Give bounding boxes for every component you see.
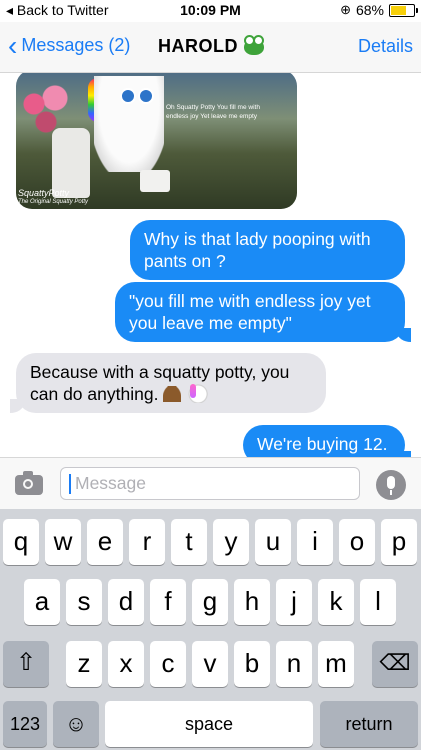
- message-bubble-outgoing[interactable]: "you fill me with endless joy yet you le…: [115, 282, 411, 342]
- key-b[interactable]: b: [234, 641, 270, 687]
- key-u[interactable]: u: [255, 519, 291, 565]
- keyboard: q w e r t y u i o p a s d f g h j k l ⇧ …: [0, 509, 421, 750]
- key-q[interactable]: q: [3, 519, 39, 565]
- shift-icon: ⇧: [15, 649, 37, 676]
- key-x[interactable]: x: [108, 641, 144, 687]
- key-c[interactable]: c: [150, 641, 186, 687]
- key-f[interactable]: f: [150, 579, 186, 625]
- key-p[interactable]: p: [381, 519, 417, 565]
- message-bubble-outgoing[interactable]: Why is that lady pooping with pants on ?: [130, 220, 405, 280]
- key-g[interactable]: g: [192, 579, 228, 625]
- message-text: Because with a squatty potty, you can do…: [30, 362, 290, 404]
- message-text: "you fill me with endless joy yet you le…: [129, 291, 371, 333]
- status-bar: ◂ Back to Twitter 10:09 PM ⊕ 68%: [0, 0, 421, 22]
- key-e[interactable]: e: [87, 519, 123, 565]
- key-v[interactable]: v: [192, 641, 228, 687]
- message-placeholder: Message: [75, 473, 147, 493]
- key-w[interactable]: w: [45, 519, 81, 565]
- unicorn-eye-left: [120, 88, 136, 104]
- key-y[interactable]: y: [213, 519, 249, 565]
- text-cursor: [69, 474, 71, 494]
- frog-emoji-icon: [244, 34, 264, 55]
- image-brand: SquattyPotty The Original Squatty Potty: [18, 189, 88, 207]
- navigation-bar: ‹ Messages (2) HAROLD Details: [0, 22, 421, 73]
- battery-icon: [389, 3, 418, 17]
- messages-back-button[interactable]: ‹ Messages (2): [8, 29, 131, 61]
- key-j[interactable]: j: [276, 579, 312, 625]
- key-l[interactable]: l: [360, 579, 396, 625]
- poop-emoji-icon: [163, 386, 182, 402]
- message-thread[interactable]: Oh Squatty Potty You fill me with endles…: [0, 73, 421, 457]
- key-t[interactable]: t: [171, 519, 207, 565]
- emoji-key[interactable]: ☺: [53, 701, 99, 747]
- key-k[interactable]: k: [318, 579, 354, 625]
- message-text: Why is that lady pooping with pants on ?: [144, 229, 371, 271]
- key-o[interactable]: o: [339, 519, 375, 565]
- image-caption: Oh Squatty Potty You fill me with endles…: [166, 104, 260, 120]
- unicorn-eye-right: [138, 88, 154, 104]
- key-h[interactable]: h: [234, 579, 270, 625]
- contact-name: HAROLD: [158, 36, 238, 56]
- message-bubble-incoming[interactable]: Because with a squatty potty, you can do…: [10, 353, 326, 413]
- chevron-left-icon: ‹: [8, 29, 18, 61]
- key-r[interactable]: r: [129, 519, 165, 565]
- numbers-key[interactable]: 123: [3, 701, 47, 747]
- key-i[interactable]: i: [297, 519, 333, 565]
- key-m[interactable]: m: [318, 641, 354, 687]
- contact-title[interactable]: HAROLD: [158, 34, 264, 57]
- orientation-lock-icon: ⊕: [340, 2, 351, 17]
- delete-key[interactable]: ⌫: [372, 641, 418, 687]
- emoji-smiley-icon: ☺: [64, 711, 88, 736]
- shift-key[interactable]: ⇧: [3, 641, 49, 687]
- key-n[interactable]: n: [276, 641, 312, 687]
- details-button[interactable]: Details: [358, 36, 413, 57]
- message-input-bar: Message: [0, 457, 421, 510]
- stool-shape: [140, 170, 170, 192]
- microphone-icon[interactable]: [376, 470, 406, 500]
- status-right: ⊕ 68%: [340, 2, 418, 18]
- camera-icon[interactable]: [15, 471, 43, 495]
- message-text: We're buying 12.: [257, 434, 388, 454]
- key-d[interactable]: d: [108, 579, 144, 625]
- message-input[interactable]: Message: [60, 467, 360, 500]
- unicorn-emoji-icon: [186, 383, 209, 403]
- key-a[interactable]: a: [24, 579, 60, 625]
- messages-back-label: Messages (2): [21, 35, 131, 55]
- backspace-icon: ⌫: [379, 650, 411, 675]
- image-attachment[interactable]: Oh Squatty Potty You fill me with endles…: [16, 73, 297, 209]
- image-brand-sub: The Original Squatty Potty: [18, 199, 89, 205]
- message-bubble-outgoing[interactable]: We're buying 12.: [243, 425, 411, 457]
- key-s[interactable]: s: [66, 579, 102, 625]
- image-brand-name: SquattyPotty: [18, 188, 70, 198]
- key-z[interactable]: z: [66, 641, 102, 687]
- space-key[interactable]: space: [105, 701, 313, 747]
- return-key[interactable]: return: [320, 701, 418, 747]
- battery-percent: 68%: [355, 2, 384, 18]
